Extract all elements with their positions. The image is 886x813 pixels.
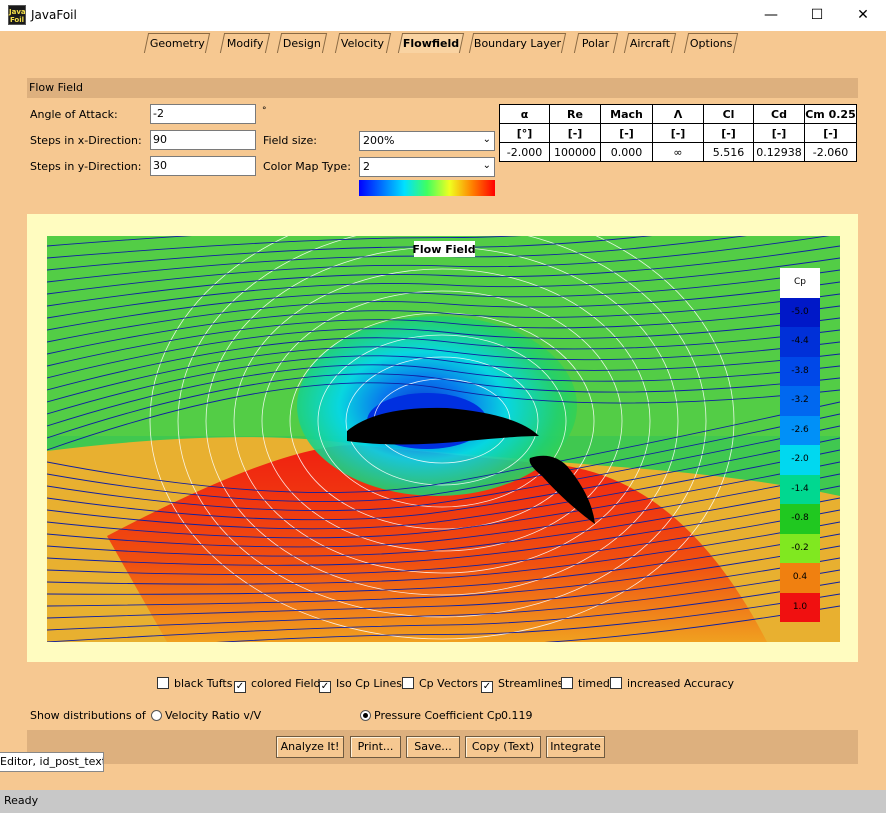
- legend-cell: -3.2: [780, 386, 820, 416]
- check-icon: ✓: [319, 681, 331, 693]
- fieldsize-select[interactable]: 200% ⌄: [359, 131, 495, 151]
- integrate-button[interactable]: Integrate: [546, 736, 605, 758]
- black-tufts-checkbox[interactable]: black Tufts: [157, 677, 232, 691]
- checkbox-box: [157, 677, 169, 689]
- tooltip: Editor, id_post_text: [0, 752, 104, 772]
- iso-cp-lines-checkbox[interactable]: ✓ Iso Cp Lines: [319, 677, 402, 693]
- table-header: Mach: [600, 104, 653, 124]
- timed-checkbox[interactable]: timed: [561, 677, 610, 691]
- legend-cell: -0.2: [780, 533, 820, 563]
- angle-input[interactable]: -2: [150, 104, 256, 124]
- fieldsize-label: Field size:: [263, 134, 317, 147]
- table-cell: 100000: [549, 142, 601, 162]
- tab-options[interactable]: Options: [683, 33, 739, 53]
- save-button[interactable]: Save...: [406, 736, 460, 758]
- radio-icon: [151, 710, 162, 721]
- angle-unit: °: [262, 106, 267, 116]
- results-table: α Re Mach Λ Cl Cd Cm 0.25 [°] [-] [-] [-…: [499, 104, 857, 162]
- stepsy-input[interactable]: 30: [150, 156, 256, 176]
- tab-bar: Geometry Modify Design Velocity Flowfiel…: [0, 33, 886, 55]
- colored-field-checkbox[interactable]: ✓ colored Field: [234, 677, 320, 693]
- tab-modify[interactable]: Modify: [219, 33, 271, 53]
- table-unit: [-]: [549, 123, 601, 143]
- tab-design[interactable]: Design: [276, 33, 328, 53]
- distributions-label: Show distributions of: [30, 709, 146, 722]
- stepsx-input[interactable]: 90: [150, 130, 256, 150]
- tab-geometry[interactable]: Geometry: [143, 33, 211, 53]
- check-icon: ✓: [481, 681, 493, 693]
- chevron-down-icon: ⌄: [482, 160, 491, 171]
- table-cell: 0.12938: [753, 142, 805, 162]
- cp-legend: Cp -5.0 -4.4 -3.8 -3.2 -2.6 -2.0 -1.4 -0.8 -0.2 0…: [780, 268, 820, 622]
- table-unit: [-]: [804, 123, 857, 143]
- table-header: Cl: [703, 104, 754, 124]
- window-title: JavaFoil: [31, 8, 77, 22]
- distribution-value: 0.119: [501, 709, 533, 722]
- checkbox-box: [402, 677, 414, 689]
- tab-aircraft[interactable]: Aircraft: [623, 33, 677, 53]
- copy-text-button[interactable]: Copy (Text): [465, 736, 541, 758]
- legend-cell: -3.8: [780, 356, 820, 386]
- table-unit: [-]: [703, 123, 754, 143]
- status-bar: Ready: [0, 790, 886, 813]
- legend-cell: 0.4: [780, 563, 820, 593]
- checkbox-box: [610, 677, 622, 689]
- app-icon: Java Foil: [8, 5, 26, 25]
- table-header: Λ: [652, 104, 704, 124]
- pressure-coefficient-radio[interactable]: Pressure Coefficient Cp: [360, 709, 502, 722]
- section-header: Flow Field: [27, 78, 858, 98]
- tab-polar[interactable]: Polar: [573, 33, 619, 53]
- radio-selected-icon: [360, 710, 371, 721]
- analyze-button[interactable]: Analyze It!: [276, 736, 344, 758]
- streamlines-checkbox[interactable]: ✓ Streamlines: [481, 677, 563, 693]
- table-unit: [°]: [499, 123, 550, 143]
- table-unit: [-]: [600, 123, 653, 143]
- legend-cell: -5.0: [780, 297, 820, 327]
- table-cell: 0.000: [600, 142, 653, 162]
- flow-field-plot[interactable]: Flow Field: [47, 236, 840, 642]
- checkbox-box: [561, 677, 573, 689]
- legend-cell: -4.4: [780, 327, 820, 357]
- table-cell: -2.000: [499, 142, 550, 162]
- print-button[interactable]: Print...: [350, 736, 401, 758]
- minimize-button[interactable]: —: [748, 0, 794, 31]
- check-icon: ✓: [234, 681, 246, 693]
- chevron-down-icon: ⌄: [482, 134, 491, 145]
- increased-accuracy-checkbox[interactable]: increased Accuracy: [610, 677, 734, 691]
- table-header: Re: [549, 104, 601, 124]
- tab-velocity[interactable]: Velocity: [334, 33, 392, 53]
- colormap-select[interactable]: 2 ⌄: [359, 157, 495, 177]
- table-unit: [-]: [652, 123, 704, 143]
- legend-cell: 1.0: [780, 592, 820, 622]
- table-header: Cm 0.25: [804, 104, 857, 124]
- table-unit: [-]: [753, 123, 805, 143]
- table-cell: ∞: [652, 142, 704, 162]
- cp-vectors-checkbox[interactable]: Cp Vectors: [402, 677, 478, 691]
- legend-cell: -2.0: [780, 445, 820, 475]
- legend-title: Cp: [780, 268, 820, 298]
- colormap-label: Color Map Type:: [263, 160, 351, 173]
- velocity-ratio-radio[interactable]: Velocity Ratio v/V: [151, 709, 261, 722]
- stepsx-label: Steps in x-Direction:: [30, 134, 142, 147]
- table-header: α: [499, 104, 550, 124]
- table-header: Cd: [753, 104, 805, 124]
- colormap-preview: [359, 180, 495, 196]
- table-cell: -2.060: [804, 142, 857, 162]
- stepsy-label: Steps in y-Direction:: [30, 160, 142, 173]
- angle-label: Angle of Attack:: [30, 108, 118, 121]
- button-bar: Analyze It! Print... Save... Copy (Text)…: [27, 730, 858, 764]
- legend-cell: -0.8: [780, 504, 820, 534]
- plot-title: Flow Field: [412, 243, 475, 256]
- tab-boundary-layer[interactable]: Boundary Layer: [468, 33, 567, 53]
- tab-flowfield[interactable]: Flowfield: [397, 33, 465, 53]
- close-button[interactable]: ✕: [840, 0, 886, 31]
- legend-cell: -2.6: [780, 415, 820, 445]
- maximize-button[interactable]: ☐: [794, 0, 840, 31]
- title-bar: Java Foil JavaFoil — ☐ ✕: [0, 0, 886, 31]
- table-cell: 5.516: [703, 142, 754, 162]
- legend-cell: -1.4: [780, 474, 820, 504]
